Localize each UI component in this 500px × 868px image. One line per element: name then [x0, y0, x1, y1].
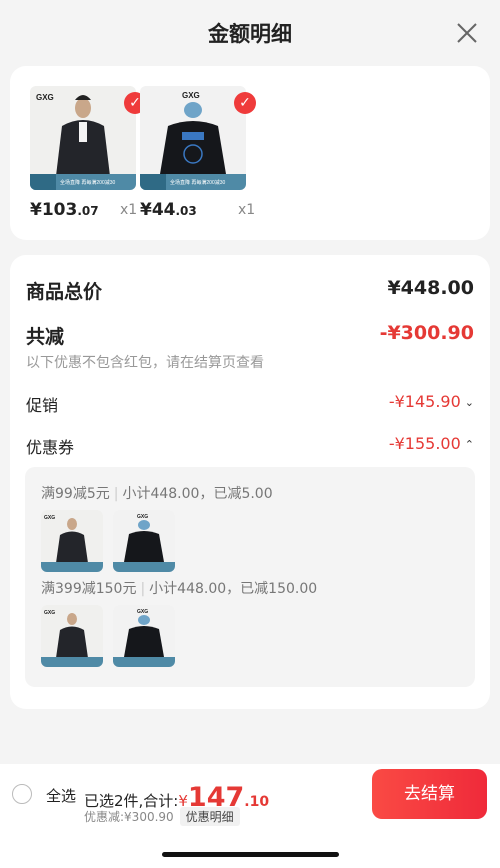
reduce-value: -¥300.90 — [379, 322, 474, 344]
svg-text:GXG: GXG — [44, 515, 55, 521]
promo-row[interactable]: 促销 -¥145.90 ⌄ — [26, 392, 474, 415]
coupon-product-thumb: GXG — [113, 510, 175, 572]
total-label: 商品总价 — [26, 281, 103, 303]
product-card: GXG 全场直降 再每满200减30 ✓ ¥103.07 x1 GXG 全场直降… — [10, 66, 490, 240]
product-qty: x1 — [238, 202, 256, 218]
product-image: GXG 全场直降 再每满200减30 — [140, 86, 246, 190]
price-detail-tag[interactable]: 优惠明细 — [179, 807, 240, 826]
checked-icon[interactable]: ✓ — [234, 92, 256, 114]
svg-text:全场直降 再每满200减30: 全场直降 再每满200减30 — [170, 179, 226, 186]
home-indicator — [162, 852, 339, 857]
total-row: 商品总价 ¥448.00 — [26, 277, 474, 303]
coupon-detail-box: 满99减5元 | 小计448.00，已减5.00 GXG GXG 满399减150元… — [25, 467, 475, 687]
svg-text:GXG: GXG — [137, 609, 148, 615]
svg-text:GXG: GXG — [44, 610, 55, 616]
coupon-rule-line: 满99减5元 | 小计448.00，已减5.00 — [41, 486, 273, 502]
select-all-label[interactable]: 全选 — [46, 785, 76, 806]
product-image: GXG 全场直降 再每满200减30 — [30, 86, 136, 190]
checkout-button[interactable]: 去结算 — [372, 769, 487, 819]
coupon-rule-line: 满399减150元 | 小计448.00，已减150.00 — [41, 581, 318, 597]
svg-text:GXG: GXG — [137, 514, 148, 520]
coupon-row[interactable]: 优惠券 -¥155.00 ⌃ — [26, 434, 474, 457]
product-price: ¥103.07 — [30, 200, 99, 220]
svg-text:全场直降 再每满200减30: 全场直降 再每满200减30 — [60, 179, 116, 186]
total-value: ¥448.00 — [387, 277, 474, 299]
close-icon[interactable] — [454, 20, 480, 46]
promo-value: -¥145.90 ⌄ — [388, 392, 474, 411]
coupon-value: -¥155.00 ⌃ — [388, 434, 474, 453]
header: 金额明细 — [0, 0, 500, 64]
coupon-product-thumb: GXG — [41, 510, 103, 572]
product-price: ¥44.03 — [140, 200, 197, 220]
product-qty: x1 — [120, 202, 138, 218]
coupon-product-thumb: GXG — [41, 605, 103, 667]
select-all-radio[interactable] — [12, 784, 32, 804]
reduce-row: 共减 -¥300.90 — [26, 322, 474, 348]
reduce-label: 共减 — [26, 326, 65, 348]
note-row: 以下优惠不包含红包，请在结算页查看 — [26, 352, 474, 372]
chevron-down-icon[interactable]: ⌄ — [465, 396, 474, 409]
discount-summary: 优惠减:¥300.90 优惠明细 — [84, 807, 240, 826]
brand-logo: GXG — [182, 91, 200, 100]
price-summary-card: 商品总价 ¥448.00 共减 -¥300.90 以下优惠不包含红包，请在结算页… — [10, 255, 490, 709]
coupon-label: 优惠券 — [26, 438, 75, 457]
brand-logo: GXG — [36, 93, 54, 102]
coupon-product-thumb: GXG — [113, 605, 175, 667]
promo-label: 促销 — [26, 396, 59, 415]
chevron-up-icon[interactable]: ⌃ — [465, 438, 474, 451]
discount-note: 以下优惠不包含红包，请在结算页查看 — [26, 355, 264, 371]
page-title: 金额明细 — [208, 22, 292, 46]
